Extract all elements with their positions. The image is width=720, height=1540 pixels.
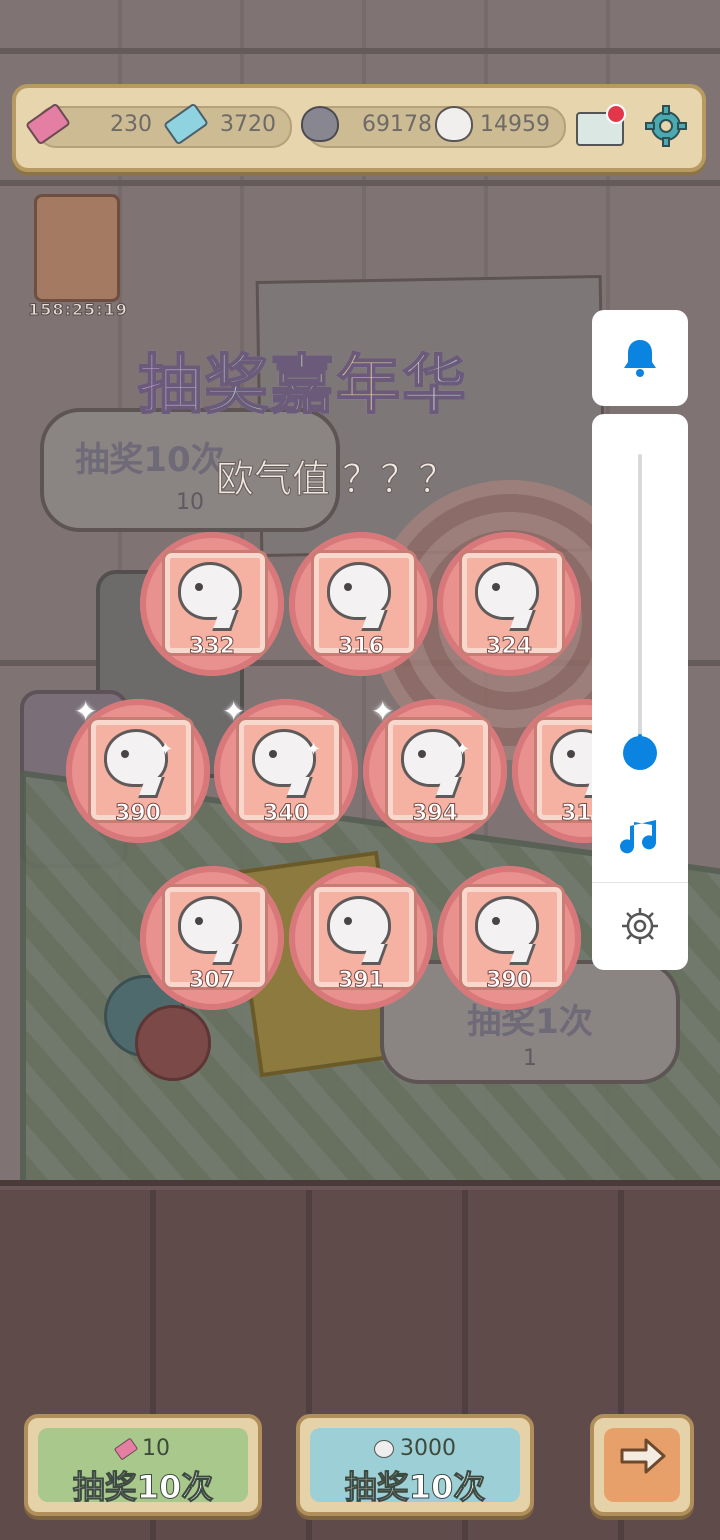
notification-button[interactable] (592, 310, 688, 406)
ghost-draw10-cost-value: 3000 (400, 1436, 456, 1461)
pink-ticket-count: 230 (110, 112, 152, 137)
sparkle-icon: ✦ (371, 695, 395, 728)
prize-token: 391 (289, 866, 433, 1010)
sparkle-icon: ✦ (455, 739, 471, 760)
event-card-image (34, 194, 120, 302)
prize-token: 390 (437, 866, 581, 1010)
ghost-draw10-cost: 3000 (300, 1436, 530, 1461)
wall-plank (0, 48, 720, 54)
ghost-icon (475, 896, 539, 954)
prize-token: 316 (289, 532, 433, 676)
background-draw1-count: 1 (523, 1046, 537, 1071)
prize-value: 307 (189, 968, 236, 994)
prize-value: 340 (263, 801, 310, 827)
ticket-icon (113, 1437, 139, 1461)
next-button[interactable] (590, 1414, 694, 1516)
ghost-icon (374, 1440, 394, 1458)
dark-ghost-count: 69178 (362, 112, 432, 137)
blue-ticket-icon (162, 102, 210, 146)
ghost-icon (178, 562, 242, 620)
ghost-icon (178, 896, 242, 954)
ghost-icon (475, 562, 539, 620)
prize-token: ✦ ✦ 394 (363, 695, 507, 843)
ghost-icon (327, 562, 391, 620)
wall-plank (0, 180, 720, 186)
ghost-icon (327, 896, 391, 954)
bell-icon (624, 340, 656, 377)
arrow-right-icon (620, 1438, 666, 1474)
ticket-draw10-cost: 10 (28, 1436, 258, 1461)
ticket-draw10-label: 抽奖10次 (72, 1468, 214, 1507)
divider (592, 882, 688, 883)
ghost-draw10-button[interactable]: 3000 抽奖10次 (296, 1414, 534, 1516)
prize-value: 390 (486, 968, 533, 994)
prize-value: 394 (412, 801, 459, 827)
ball-red (135, 1005, 211, 1081)
prize-token: ✦ ✦ 340 (214, 695, 358, 843)
dark-ghost-icon (300, 104, 340, 144)
blue-ticket-count: 3720 (220, 112, 276, 137)
prize-value: 391 (338, 968, 385, 994)
ticket-draw10-cost-value: 10 (142, 1436, 170, 1461)
sparkle-icon: ✦ (74, 695, 98, 728)
event-title: 抽奖嘉年华 (137, 334, 588, 426)
luck-value: 欧气值 ？？？ (215, 457, 457, 502)
notification-dot (606, 104, 626, 124)
prize-token: 307 (140, 866, 284, 1010)
system-side-panel (592, 414, 688, 970)
pink-ticket-icon (24, 102, 72, 146)
settings-icon[interactable] (618, 904, 662, 948)
light-ghost-count: 14959 (480, 112, 550, 137)
prize-token: 324 (437, 532, 581, 676)
prize-token: ✦ ✦ 390 (66, 695, 210, 843)
prize-value: 332 (189, 634, 236, 660)
prize-value: 324 (486, 634, 533, 660)
music-note-icon[interactable] (616, 814, 664, 862)
ghost-draw10-label: 抽奖10次 (344, 1468, 486, 1507)
ticket-draw10-button[interactable]: 10 抽奖10次 (24, 1414, 262, 1516)
resource-bar: 230 3720 69178 14959 (12, 84, 706, 172)
event-timer: 158:25:19 (28, 300, 128, 320)
light-ghost-icon (434, 104, 474, 144)
volume-slider-knob[interactable] (623, 736, 657, 770)
event-card[interactable] (28, 188, 132, 318)
prize-value: 316 (338, 634, 385, 660)
sparkle-icon: ✦ (158, 739, 174, 760)
prize-token: 332 (140, 532, 284, 676)
settings-button[interactable] (642, 102, 690, 150)
gear-icon (645, 105, 687, 147)
volume-slider-track[interactable] (638, 454, 642, 754)
sparkle-icon: ✦ (222, 695, 246, 728)
mail-button[interactable] (576, 104, 626, 146)
sparkle-icon: ✦ (306, 739, 322, 760)
prize-value: 390 (115, 801, 162, 827)
